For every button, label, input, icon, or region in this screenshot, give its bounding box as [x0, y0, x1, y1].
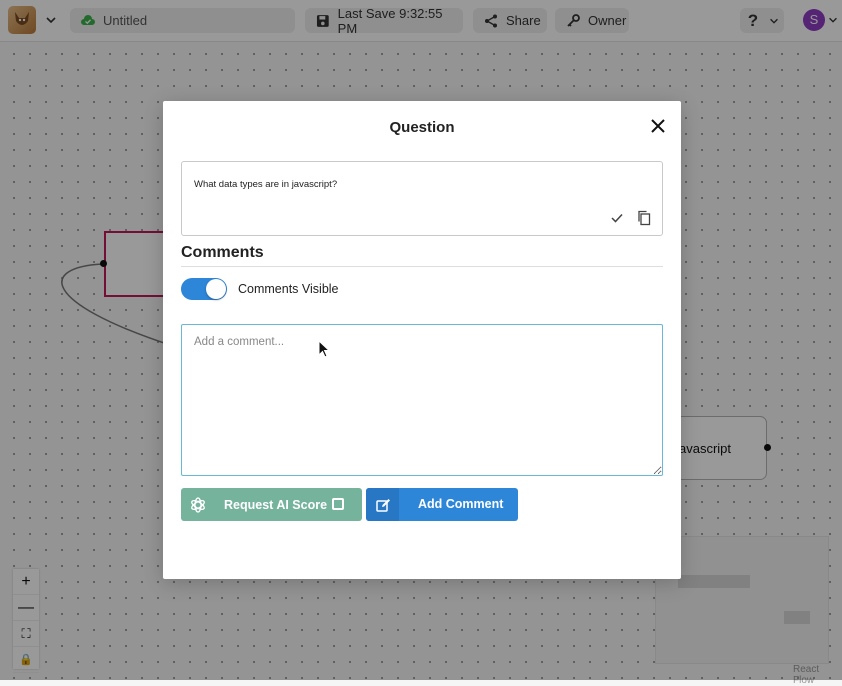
comments-visible-toggle[interactable] — [181, 278, 227, 300]
question-text: What data types are in javascript? — [194, 179, 338, 190]
close-icon[interactable] — [648, 116, 668, 136]
ai-score-checkbox[interactable] — [332, 498, 344, 510]
comment-input[interactable] — [181, 324, 663, 476]
edit-icon — [366, 488, 399, 521]
question-box: What data types are in javascript? — [181, 161, 663, 236]
comments-heading: Comments — [181, 244, 264, 261]
add-comment-button[interactable]: Add Comment — [366, 488, 518, 521]
add-comment-label: Add Comment — [418, 497, 504, 511]
question-modal: Question What data types are in javascri… — [163, 101, 681, 579]
toggle-knob — [206, 279, 226, 299]
toggle-label: Comments Visible — [238, 282, 339, 296]
request-ai-score-button[interactable]: Request AI Score — [181, 488, 362, 521]
divider — [181, 266, 663, 267]
modal-title: Question — [389, 119, 455, 136]
mouse-cursor-icon — [318, 340, 331, 358]
openai-icon — [191, 496, 205, 513]
copy-icon[interactable] — [637, 210, 651, 226]
check-icon[interactable] — [610, 212, 624, 224]
request-ai-score-label: Request AI Score — [224, 497, 328, 512]
